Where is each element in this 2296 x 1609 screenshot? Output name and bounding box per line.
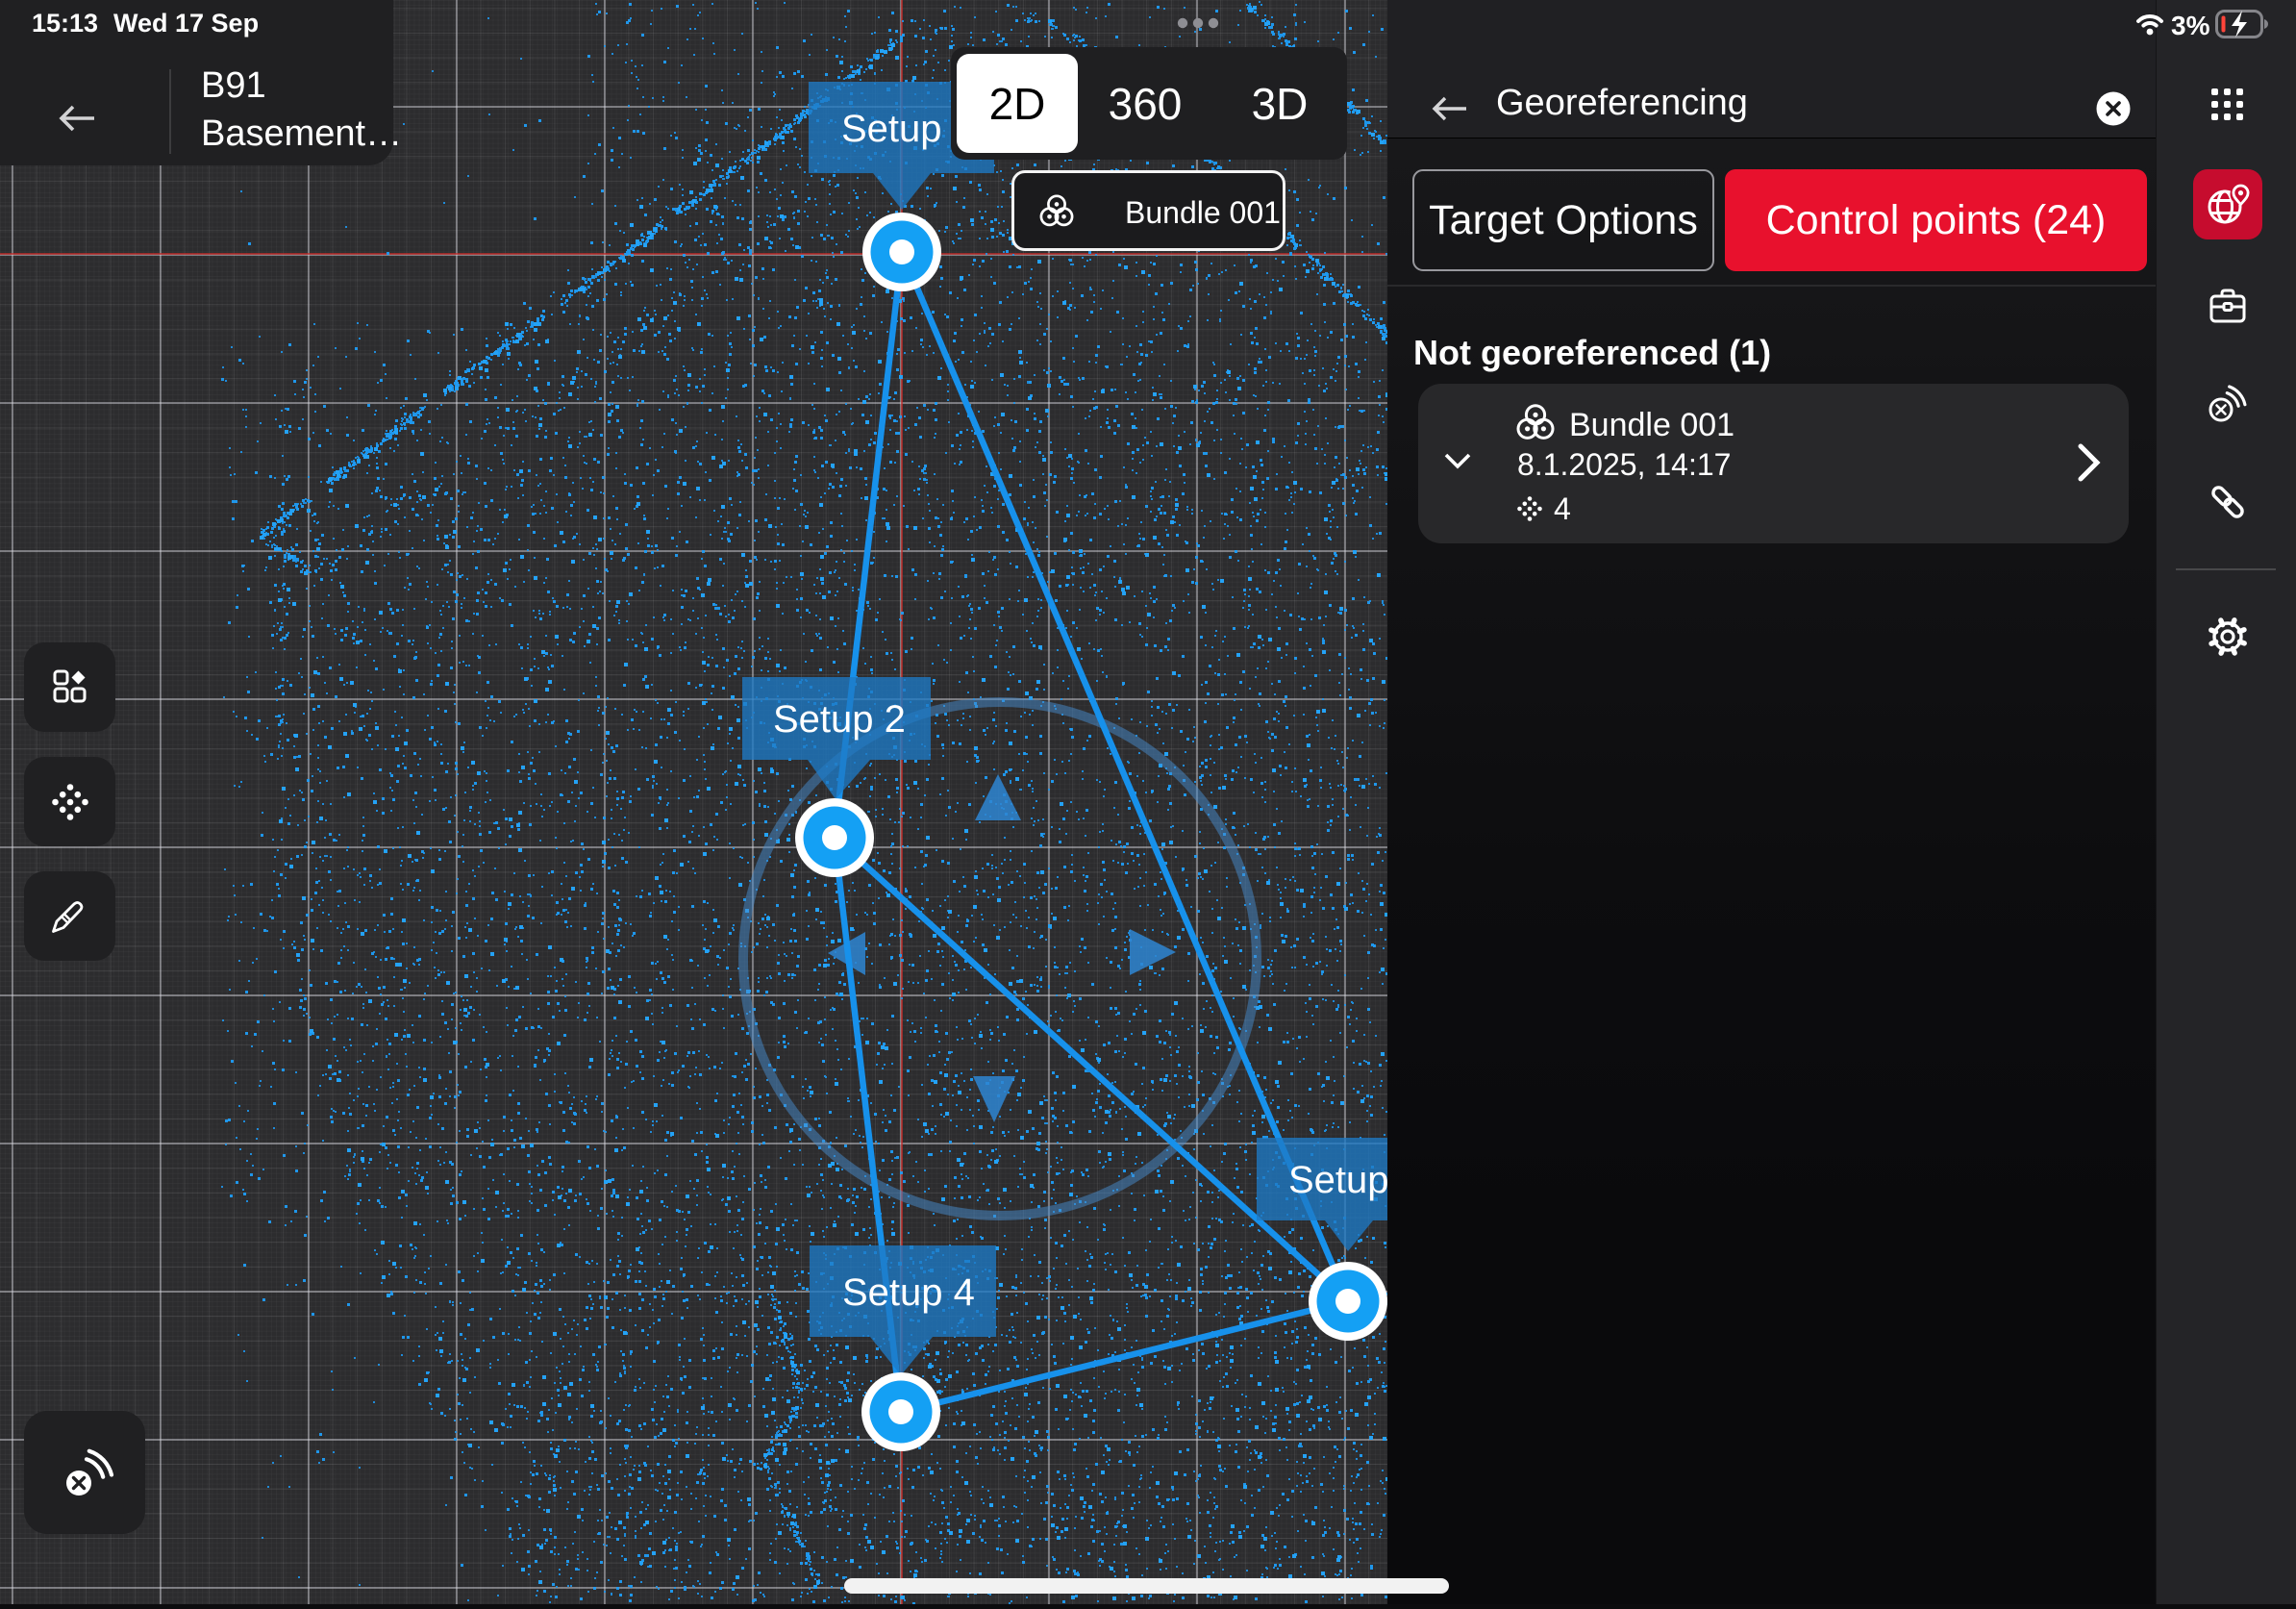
svg-text:Setup 3: Setup 3 <box>1288 1159 1387 1201</box>
svg-text:Setup 2: Setup 2 <box>773 698 906 741</box>
svg-text:Setup 4: Setup 4 <box>842 1271 975 1314</box>
